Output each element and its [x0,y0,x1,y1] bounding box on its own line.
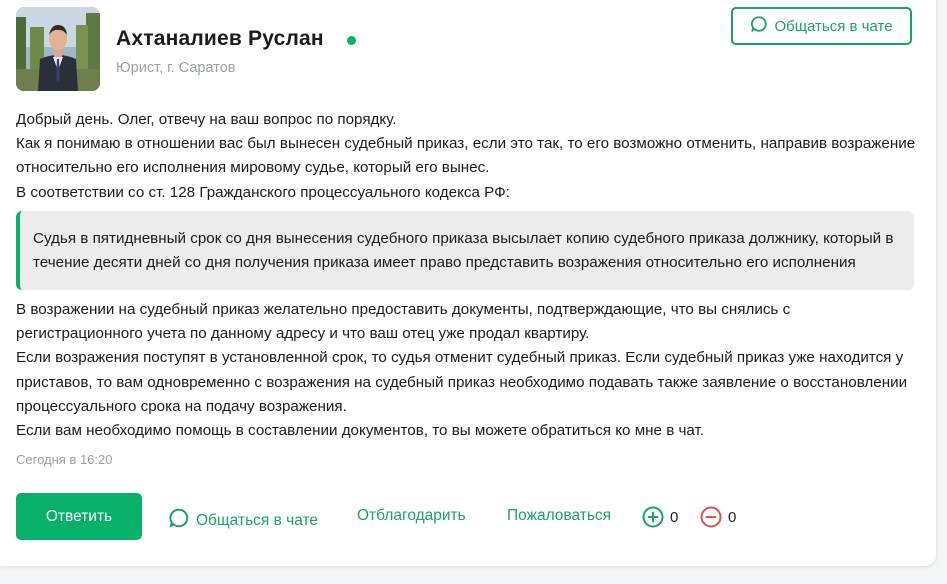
answer-card: Ахтаналиев Руслан Юрист, г. Саратов Обща… [0,0,937,567]
answer-paragraph: Добрый день. Олег, отвечу на ваш вопрос … [16,111,397,128]
upvote-group: 0 [642,506,678,528]
downvote-group: 0 [700,506,736,528]
thank-link[interactable]: Отблагодарить [357,507,466,525]
minus-circle-icon[interactable] [700,506,722,528]
chat-bubble-icon [750,15,768,37]
online-status-indicator [347,36,356,45]
chat-bubble-icon [168,507,190,534]
complain-link[interactable]: Пожаловаться [507,507,611,525]
author-name[interactable]: Ахтаналиев Руслан [116,27,324,51]
author-meta: Юрист, г. Саратов [116,60,236,76]
chat-top-button-label: Общаться в чате [774,17,893,35]
chat-link-label: Общаться в чате [196,511,319,529]
answer-timestamp: Сегодня в 16:20 [16,452,113,467]
answer-paragraph: Если возражения поступят в установленной… [16,349,908,415]
chat-link[interactable]: Общаться в чате [168,507,318,534]
chat-top-button[interactable]: Общаться в чате [731,7,912,45]
answer-body-main: В возражении на судебный приказ желатель… [16,298,916,443]
answer-paragraph: В соответствии со ст. 128 Гражданского п… [16,183,510,201]
answer-paragraph: Как я понимаю в отношении вас был вынесе… [16,135,916,177]
reply-button[interactable]: Ответить [16,493,142,540]
law-quote: Судья в пятидневный срок со дня вынесени… [16,211,914,290]
plus-circle-icon[interactable] [642,506,664,528]
downvote-count: 0 [728,508,737,526]
answer-paragraph: Если вам необходимо помощь в составлении… [16,422,705,440]
avatar[interactable] [16,7,100,91]
answer-body-intro: Добрый день. Олег, отвечу на ваш вопрос … [16,108,916,205]
upvote-count: 0 [670,508,679,526]
answer-paragraph: В возражении на судебный приказ желатель… [16,301,791,343]
